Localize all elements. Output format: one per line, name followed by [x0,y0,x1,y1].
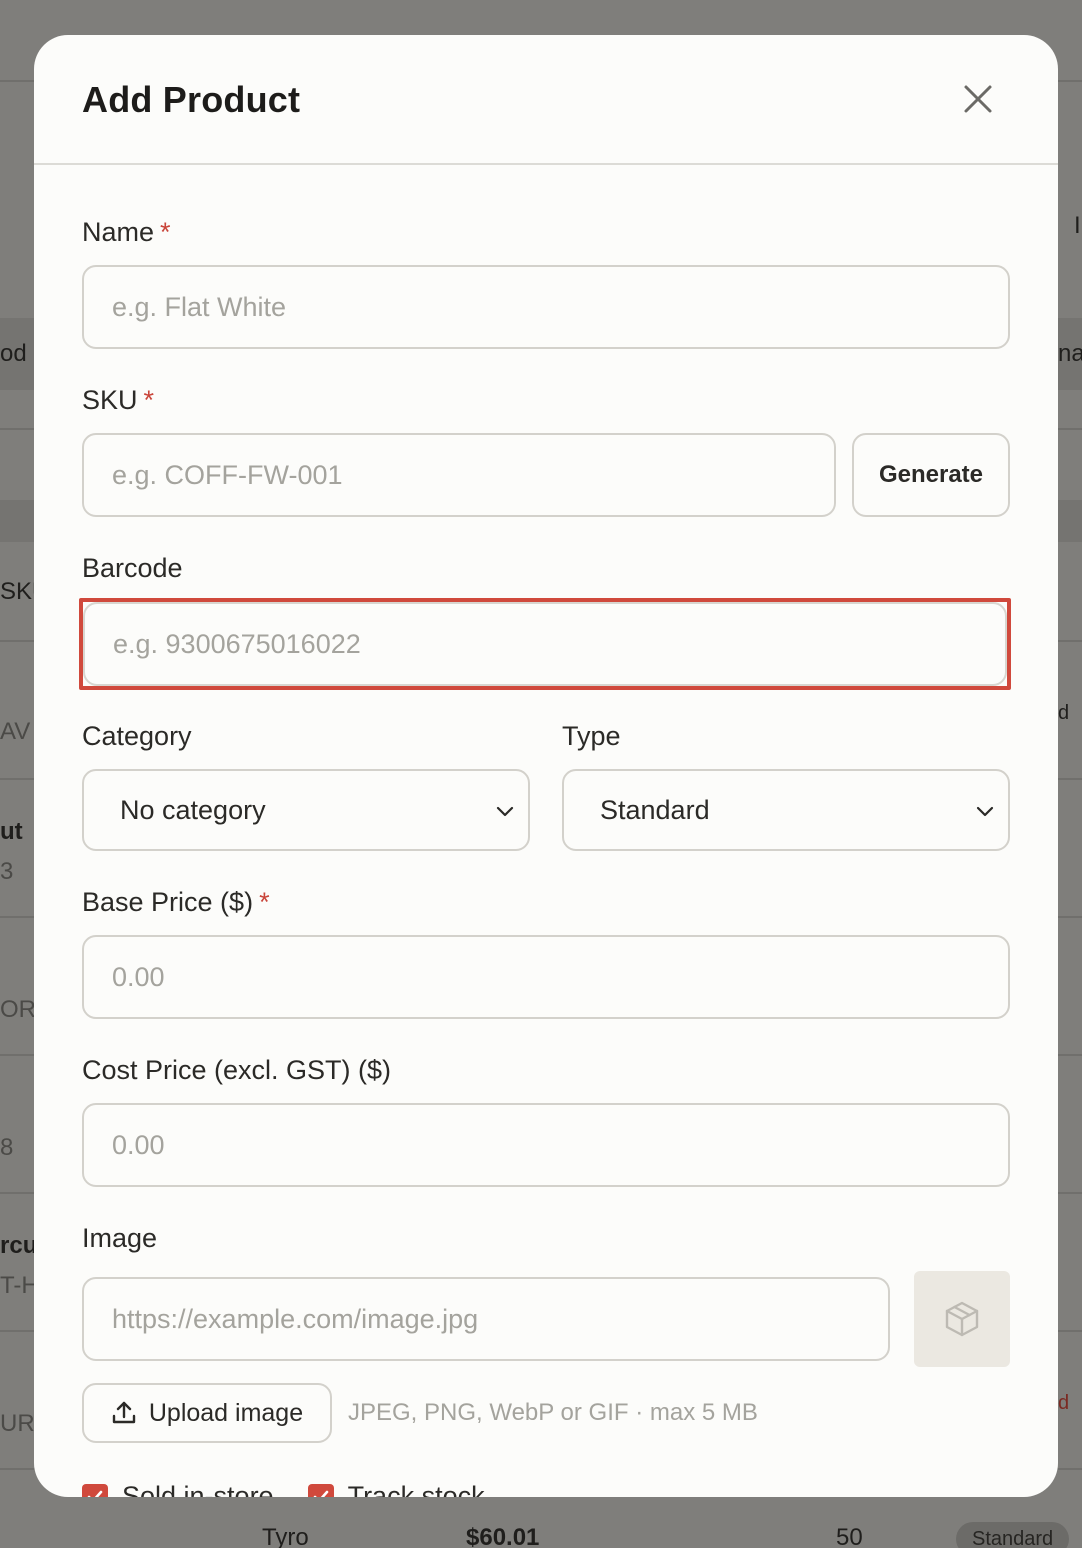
chevron-down-icon [976,806,994,817]
bg-fragment: od [0,340,27,367]
type-label-text: Type [562,721,621,751]
bg-fragment: ut [0,818,23,845]
checkbox-checked [307,1483,334,1497]
image-format-hint: JPEG, PNG, WebP or GIF · max 5 MB [348,1399,758,1426]
cost-price-label: Cost Price (excl. GST) ($) [82,1055,391,1086]
upload-image-label: Upload image [148,1398,304,1427]
bg-fragment: T-H [0,1272,39,1299]
category-select[interactable]: No category [82,769,530,851]
box-icon [945,1301,979,1337]
image-label: Image [82,1223,157,1254]
add-product-modal: Add Product Name* SKU* Generate Barcode … [34,35,1058,1497]
required-marker: * [143,385,155,415]
bg-fragment: d [1058,1392,1070,1414]
type-label: Type [562,721,621,752]
image-preview [914,1271,1010,1367]
barcode-label: Barcode [82,553,183,584]
bg-fragment: 3 [0,858,14,885]
required-marker: * [160,217,171,247]
required-marker: * [259,887,270,917]
category-selected: No category [120,794,266,825]
type-select[interactable]: Standard [562,769,1010,851]
close-button[interactable] [960,81,996,117]
sold-in-store-label: Sold in-store [122,1481,274,1497]
bg-fragment: na [1058,340,1082,367]
chevron-down-icon [496,806,514,817]
bg-price: $60.01 [466,1524,540,1548]
bg-type-badge: Standard [956,1522,1070,1548]
bg-fragment: I [1074,212,1081,239]
sku-label: SKU * [82,385,154,416]
sku-input[interactable] [82,433,836,517]
check-icon [87,1490,103,1497]
bg-fragment: 8 [0,1134,14,1161]
upload-icon [112,1401,136,1424]
barcode-label-text: Barcode [82,553,183,583]
track-stock-label: Track stock [347,1481,485,1497]
image-label-text: Image [82,1223,158,1253]
modal-header: Add Product [34,35,1058,165]
track-stock-checkbox[interactable]: Track stock [307,1481,485,1497]
cost-price-input[interactable] [82,1103,1010,1187]
type-selected: Standard [600,794,710,825]
bg-fragment: d [1058,702,1070,724]
category-label: Category [82,721,192,752]
bg-qty: 50 [836,1524,863,1548]
check-icon [313,1490,328,1497]
barcode-input[interactable] [83,602,1007,686]
sku-label-text: SKU [82,385,138,415]
close-icon [964,85,992,113]
base-price-label-text: Base Price ($) [82,887,254,917]
sold-in-store-checkbox[interactable]: Sold in-store [82,1481,274,1497]
bg-provider: Tyro [262,1524,309,1548]
upload-image-button[interactable]: Upload image [82,1383,332,1443]
generate-label: Generate [878,461,984,488]
cost-price-label-text: Cost Price (excl. GST) ($) [82,1055,392,1085]
name-input[interactable] [82,265,1010,349]
bg-fragment: AV [0,718,31,745]
checkbox-row: Sold in-store Track stock [82,1481,485,1497]
bg-fragment: OR [0,996,36,1023]
image-url-input[interactable] [82,1277,890,1361]
name-label: Name * [82,217,171,248]
checkbox-checked [82,1483,108,1497]
category-label-text: Category [82,721,192,751]
name-label-text: Name [82,217,155,247]
modal-title: Add Product [82,79,301,120]
base-price-input[interactable] [82,935,1010,1019]
generate-sku-button[interactable]: Generate [852,433,1010,517]
base-price-label: Base Price ($) * [82,887,270,918]
bg-fragment: rcu [0,1232,38,1259]
